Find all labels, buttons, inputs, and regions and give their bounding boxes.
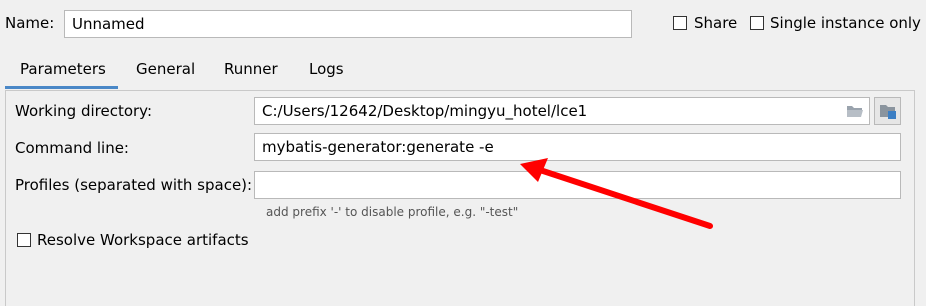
annotation-arrow bbox=[520, 158, 713, 229]
